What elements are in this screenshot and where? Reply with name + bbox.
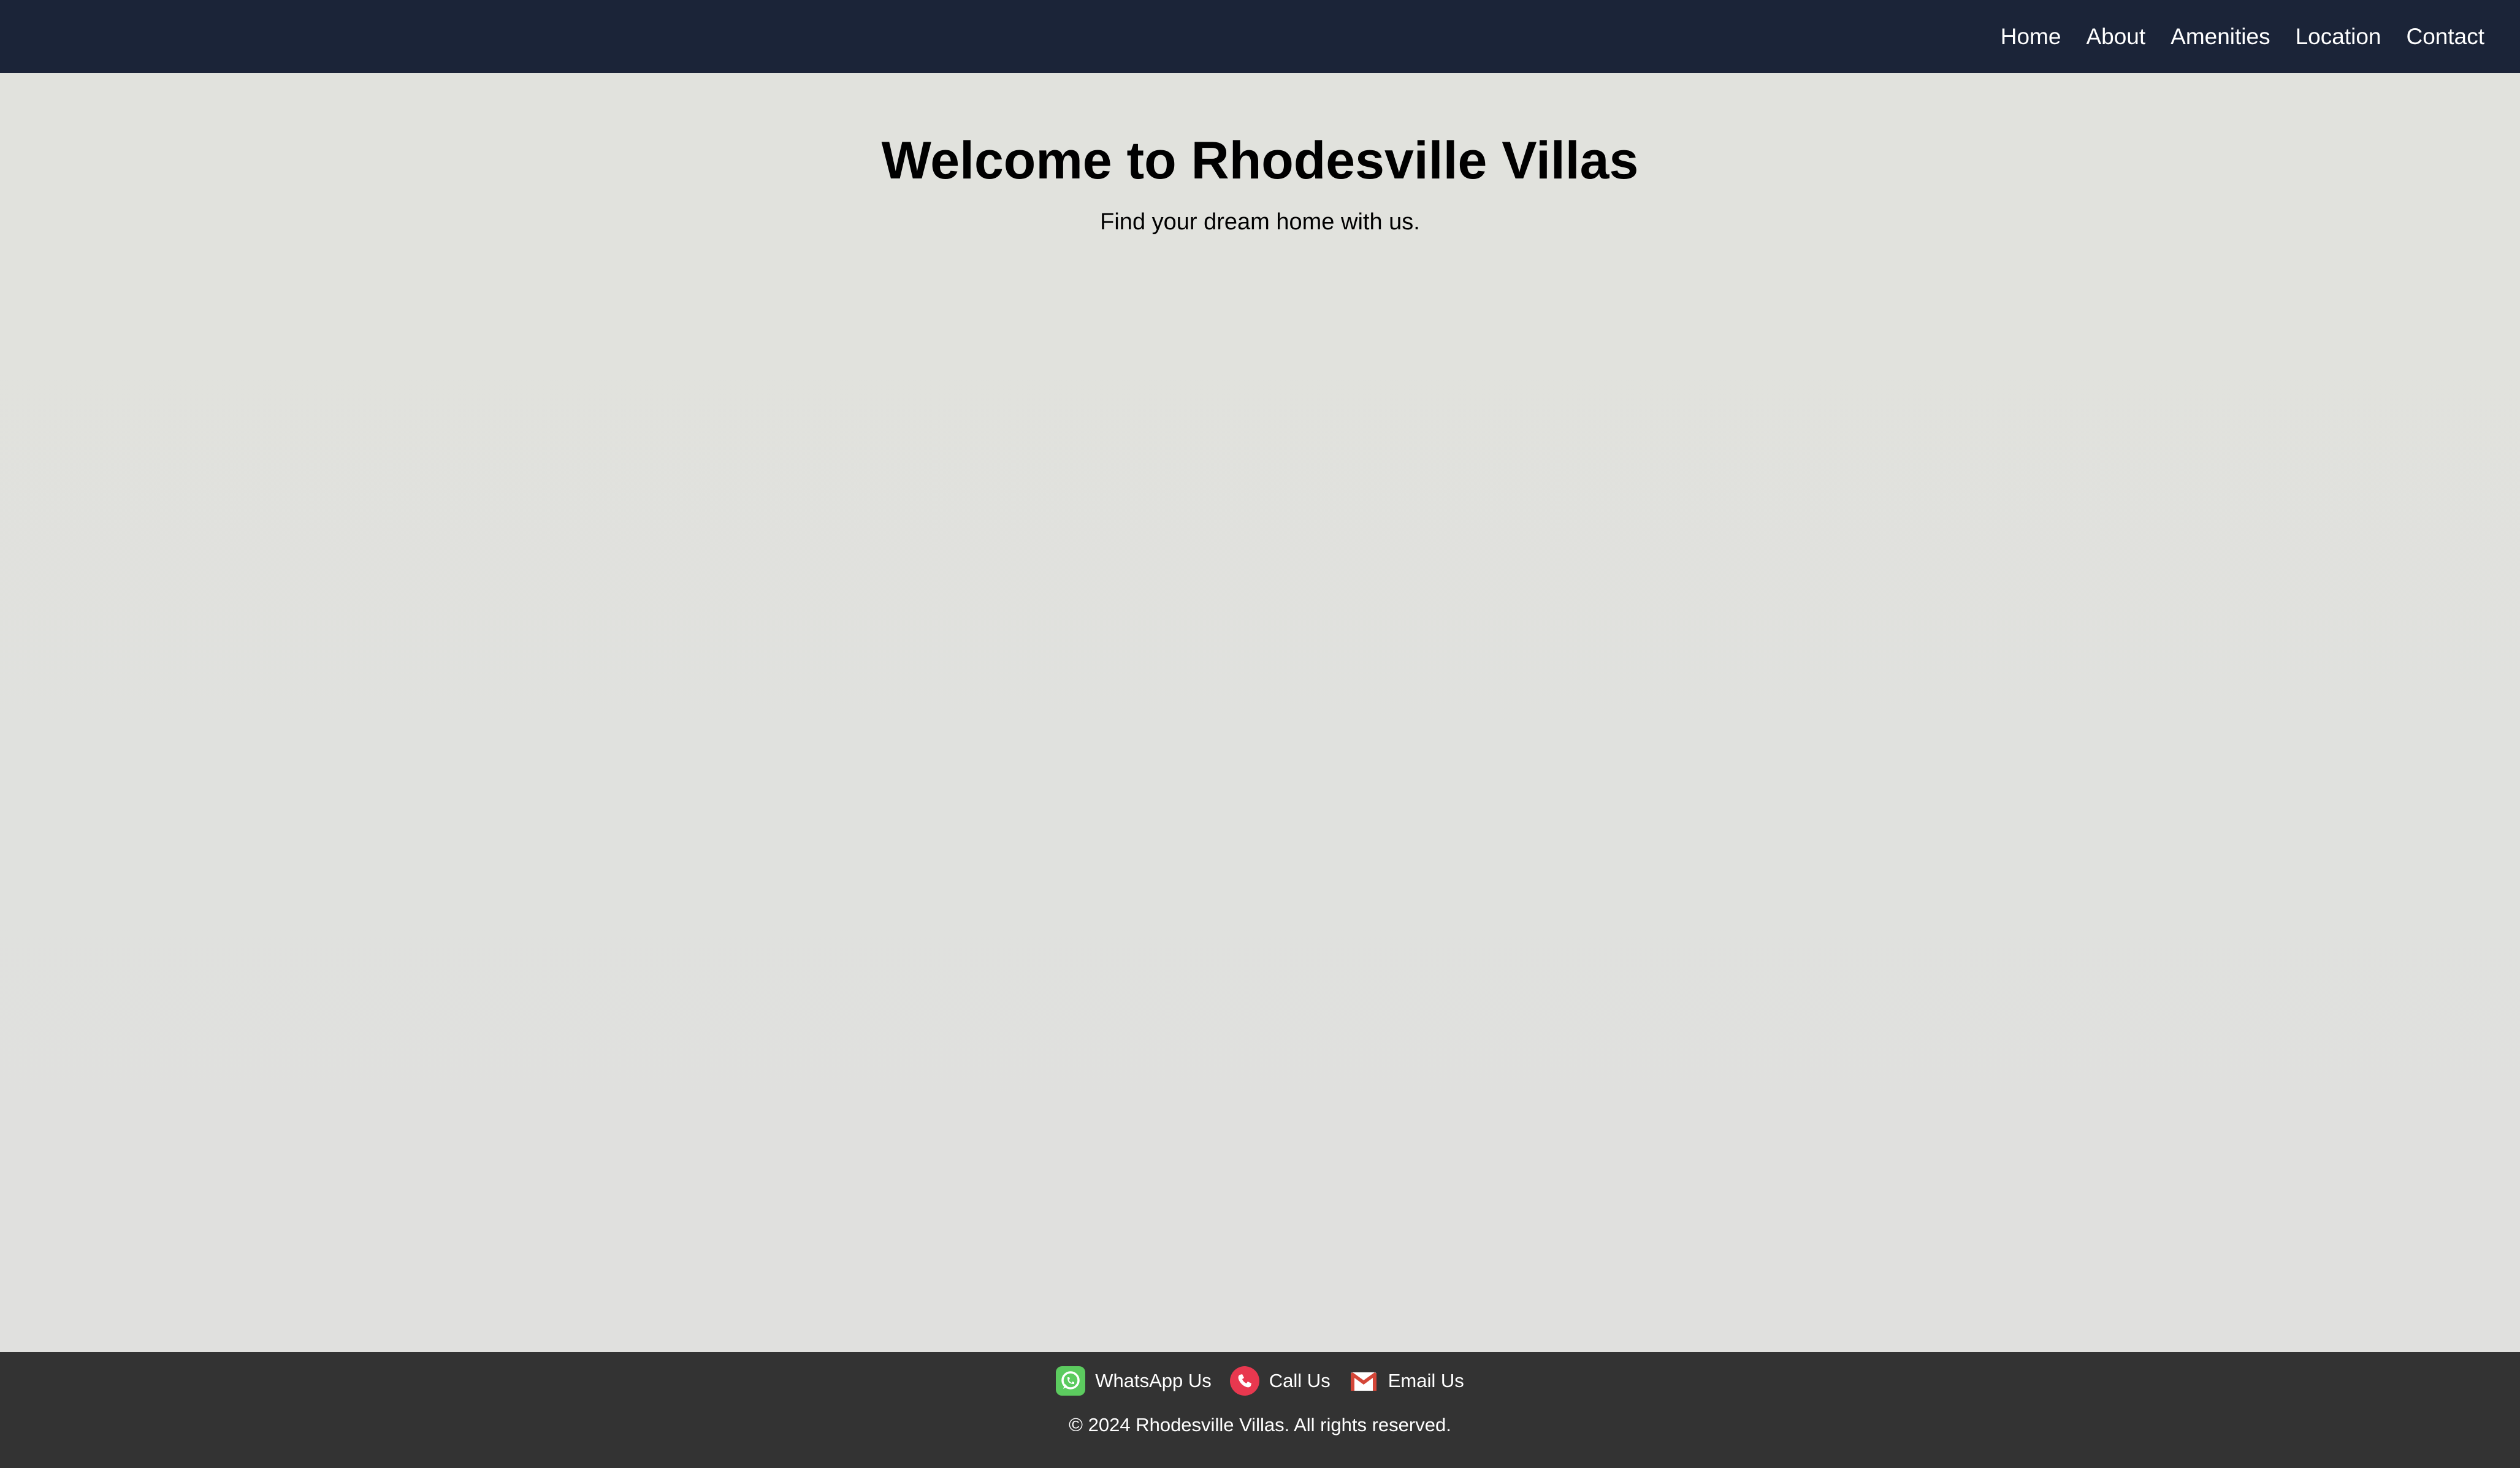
whatsapp-link[interactable]: WhatsApp Us [1056, 1366, 1212, 1396]
page-title: Welcome to Rhodesville Villas [881, 131, 1639, 190]
nav-link-amenities[interactable]: Amenities [2171, 25, 2270, 48]
nav-link-contact[interactable]: Contact [2406, 25, 2484, 48]
page-subtitle: Find your dream home with us. [1100, 209, 1420, 235]
top-navigation-bar: Home About Amenities Location Contact [0, 0, 2520, 73]
email-link[interactable]: Email Us [1349, 1366, 1464, 1396]
hero-section: Welcome to Rhodesville Villas Find your … [0, 73, 2520, 237]
email-icon [1349, 1366, 1378, 1396]
call-label: Call Us [1269, 1370, 1331, 1391]
nav-link-location[interactable]: Location [2296, 25, 2381, 48]
email-label: Email Us [1388, 1370, 1464, 1391]
copyright-text: © 2024 Rhodesville Villas. All rights re… [1069, 1414, 1451, 1436]
whatsapp-label: WhatsApp Us [1095, 1370, 1212, 1391]
nav-link-home[interactable]: Home [2001, 25, 2061, 48]
footer-contact-links: WhatsApp Us Call Us Email Us [0, 1366, 2520, 1396]
footer: WhatsApp Us Call Us Email Us © 2024 Rhod… [0, 1352, 2520, 1468]
whatsapp-icon [1056, 1366, 1086, 1396]
phone-icon [1229, 1366, 1259, 1396]
call-link[interactable]: Call Us [1229, 1366, 1331, 1396]
nav-links: Home About Amenities Location Contact [1976, 0, 2484, 73]
nav-link-about[interactable]: About [2086, 25, 2145, 48]
